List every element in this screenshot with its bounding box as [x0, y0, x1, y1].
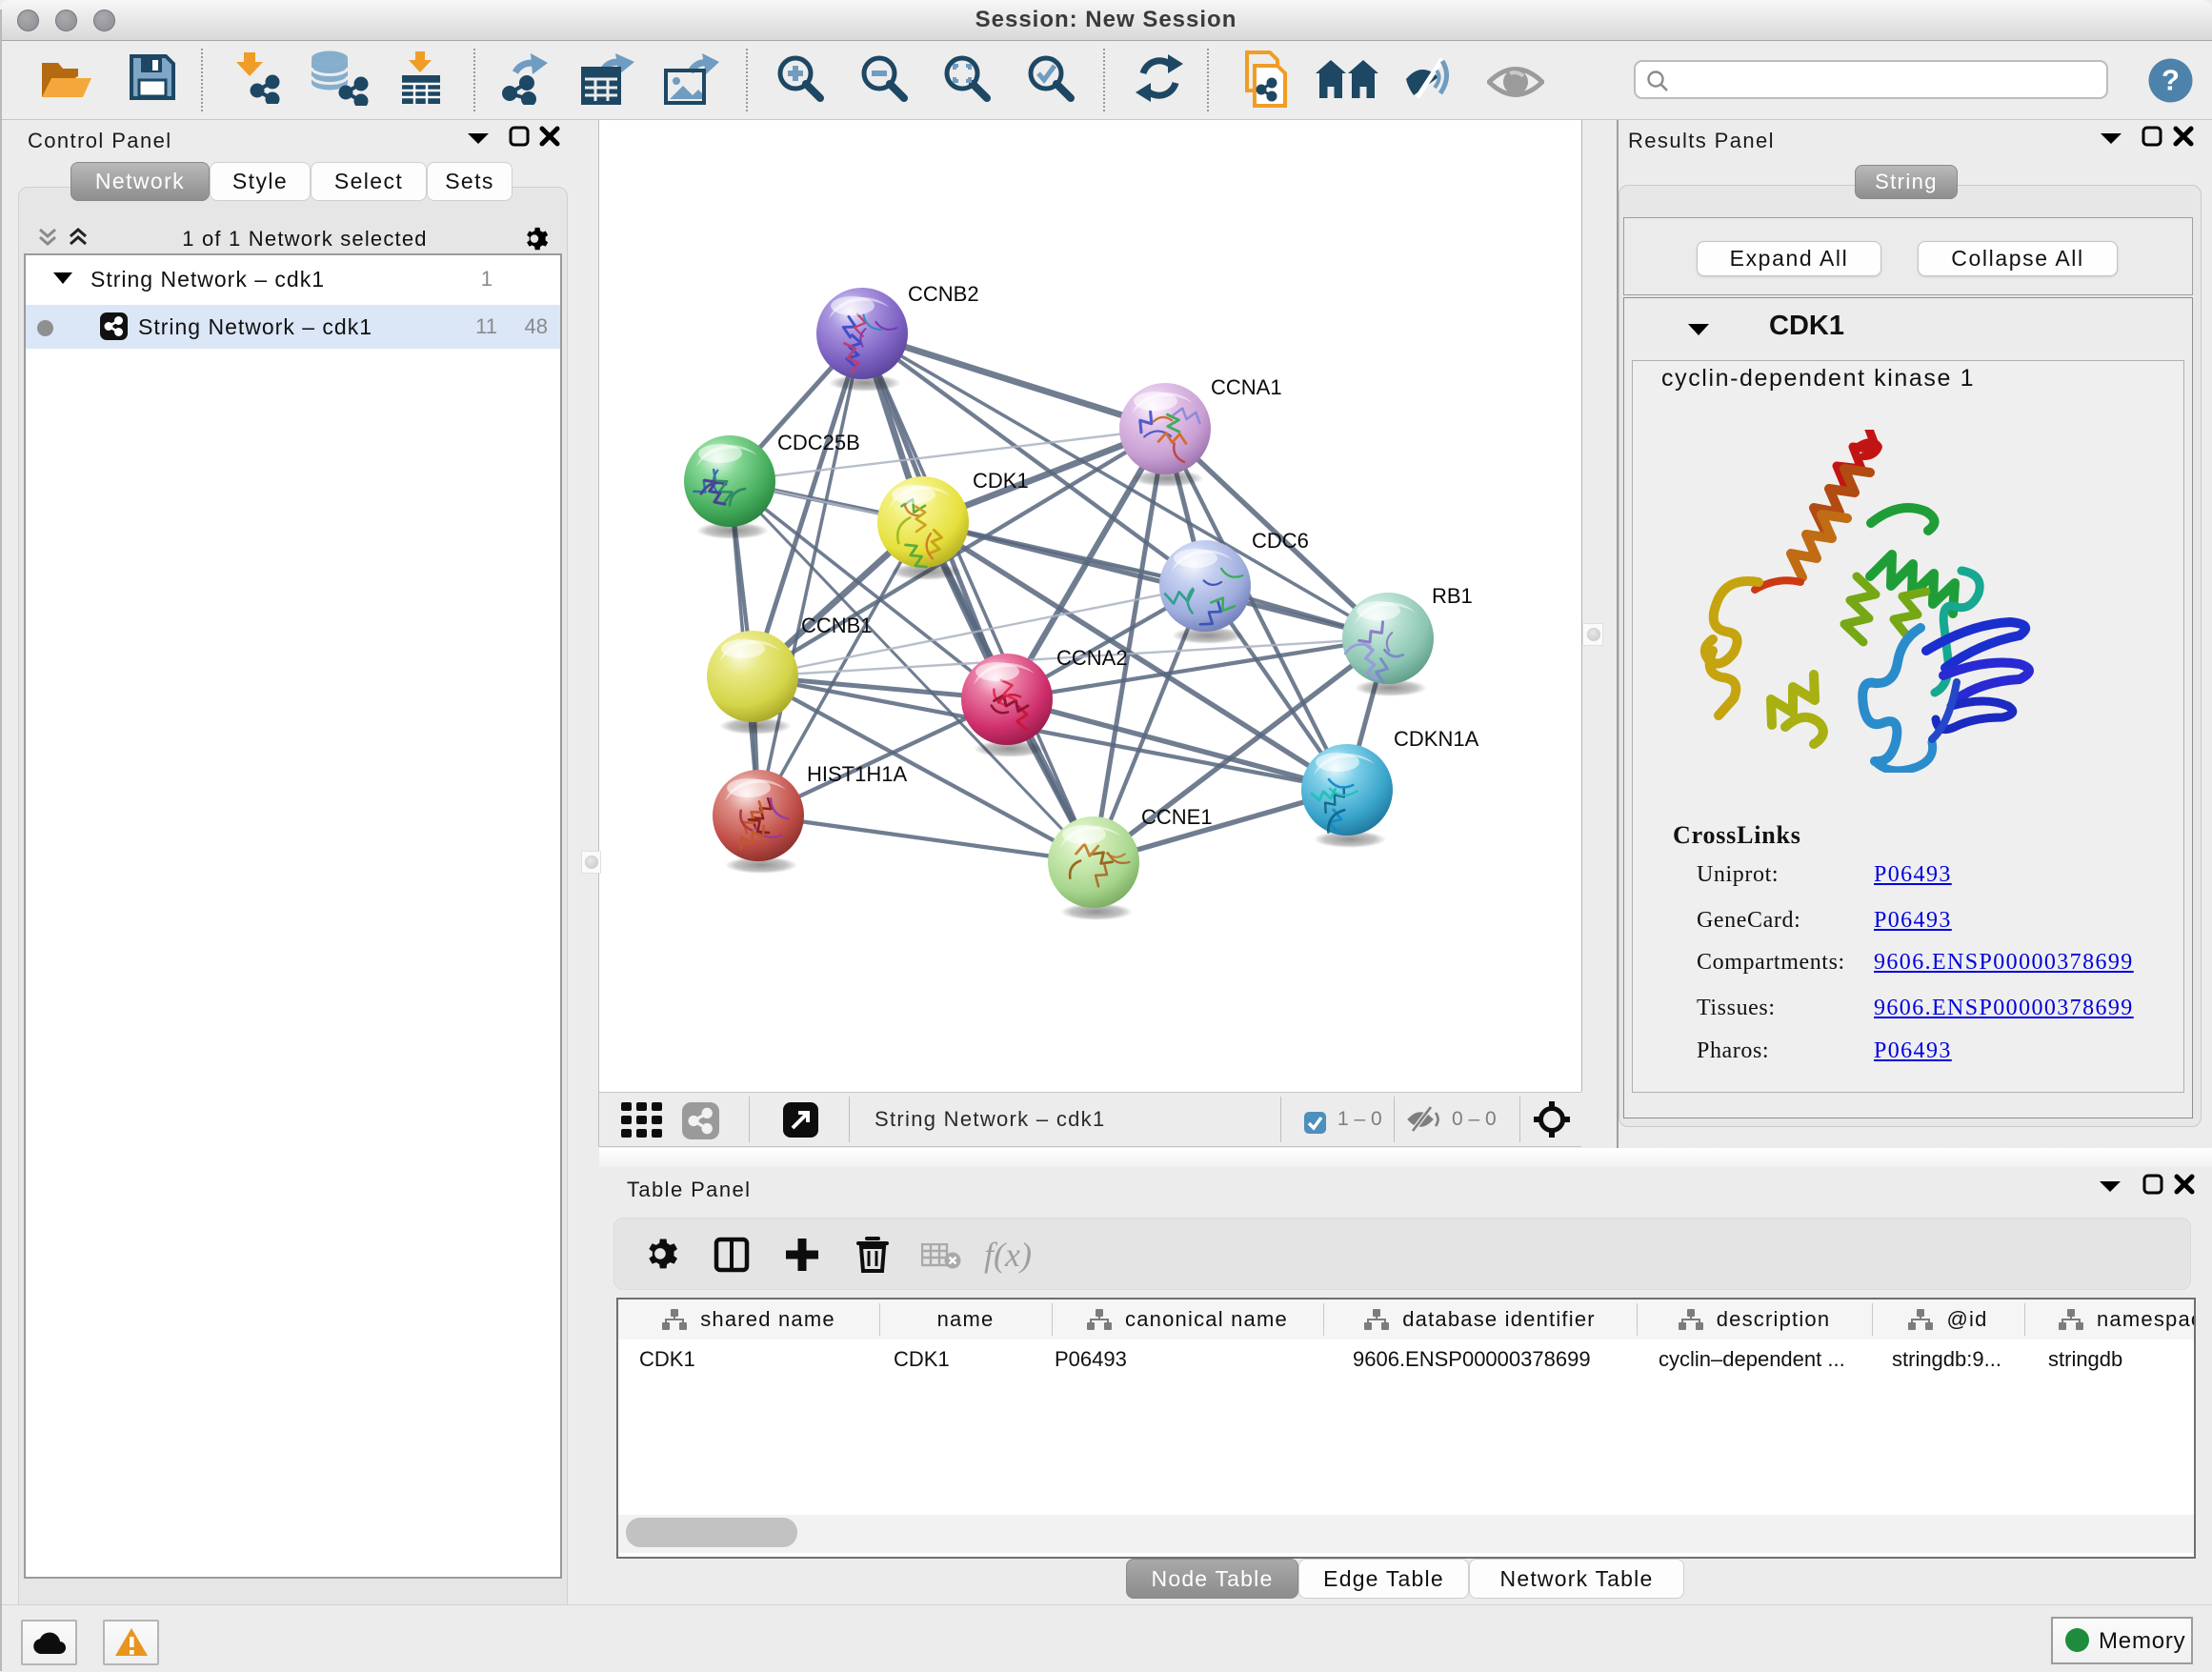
svg-text:CCNB2: CCNB2: [908, 282, 979, 306]
svg-text:CCNE1: CCNE1: [1141, 805, 1213, 829]
svg-text:CDKN1A: CDKN1A: [1394, 727, 1479, 751]
svg-text:HIST1H1A: HIST1H1A: [807, 762, 907, 786]
svg-text:CCNB1: CCNB1: [801, 614, 873, 637]
svg-text:?: ?: [2162, 64, 2180, 97]
svg-text:CDC25B: CDC25B: [777, 431, 860, 454]
svg-text:CDC6: CDC6: [1252, 529, 1309, 553]
svg-text:RB1: RB1: [1432, 584, 1473, 608]
svg-text:CCNA2: CCNA2: [1056, 646, 1128, 670]
svg-text:CCNA1: CCNA1: [1211, 375, 1282, 399]
svg-text:CDK1: CDK1: [973, 469, 1029, 493]
